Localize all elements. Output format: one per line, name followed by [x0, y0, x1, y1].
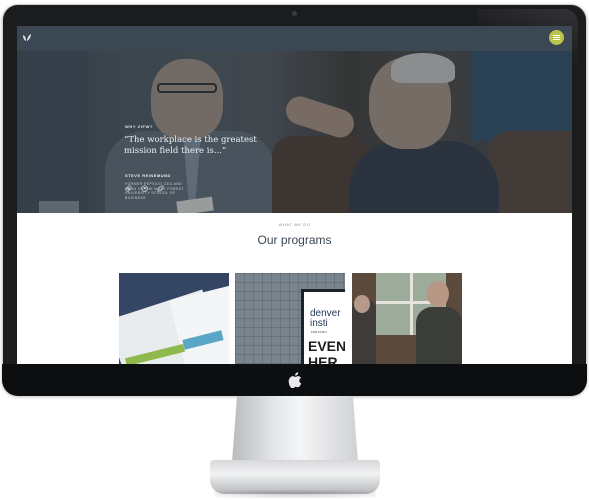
photo-person-right-head	[427, 281, 449, 307]
hero-eyebrow: WHY ZIFW?	[125, 124, 153, 129]
hero-author: STEVE REINEMUND	[125, 173, 171, 178]
site-header	[17, 26, 572, 51]
monitor-stand-foot	[210, 460, 380, 494]
hero-banner: WHY ZIFW? “The workplace is the greatest…	[17, 51, 572, 213]
sign-text-big: HER	[308, 354, 338, 364]
sign-text-line: insti	[310, 318, 328, 329]
hero-icons	[125, 185, 164, 192]
program-card-people[interactable]	[352, 273, 462, 364]
monitor-camera	[292, 11, 297, 16]
photo-person-left-head	[354, 295, 370, 313]
chain-icon[interactable]	[125, 185, 132, 192]
photo-person-right	[416, 307, 462, 364]
monitor-stand-shadow	[214, 490, 376, 498]
leaf-logo-icon[interactable]	[21, 32, 33, 44]
hamburger-line	[553, 37, 560, 38]
hero-overlay	[17, 51, 572, 213]
menu-button[interactable]	[549, 30, 564, 45]
hamburger-line	[553, 39, 560, 40]
section-eyebrow: WHAT WE DO	[278, 222, 311, 227]
hero-quote: “The workplace is the greatest mission f…	[124, 135, 257, 156]
event-sign: denver insti FOR FAITH EVEN HER	[301, 289, 345, 364]
hamburger-line	[553, 35, 560, 36]
program-card-brochures[interactable]	[119, 273, 229, 364]
apple-logo-icon	[288, 372, 302, 388]
website-screen: WHY ZIFW? “The workplace is the greatest…	[17, 26, 572, 364]
sign-text-big: EVEN	[308, 338, 345, 354]
window-frame	[410, 273, 413, 335]
badge-icon[interactable]	[141, 185, 148, 192]
sign-text-small: FOR FAITH	[311, 330, 327, 334]
leaf-icon[interactable]	[157, 185, 164, 192]
program-card-event[interactable]: denver insti FOR FAITH EVEN HER	[235, 273, 345, 364]
section-title: Our programs	[257, 233, 332, 247]
monitor-stand-neck	[232, 396, 358, 462]
